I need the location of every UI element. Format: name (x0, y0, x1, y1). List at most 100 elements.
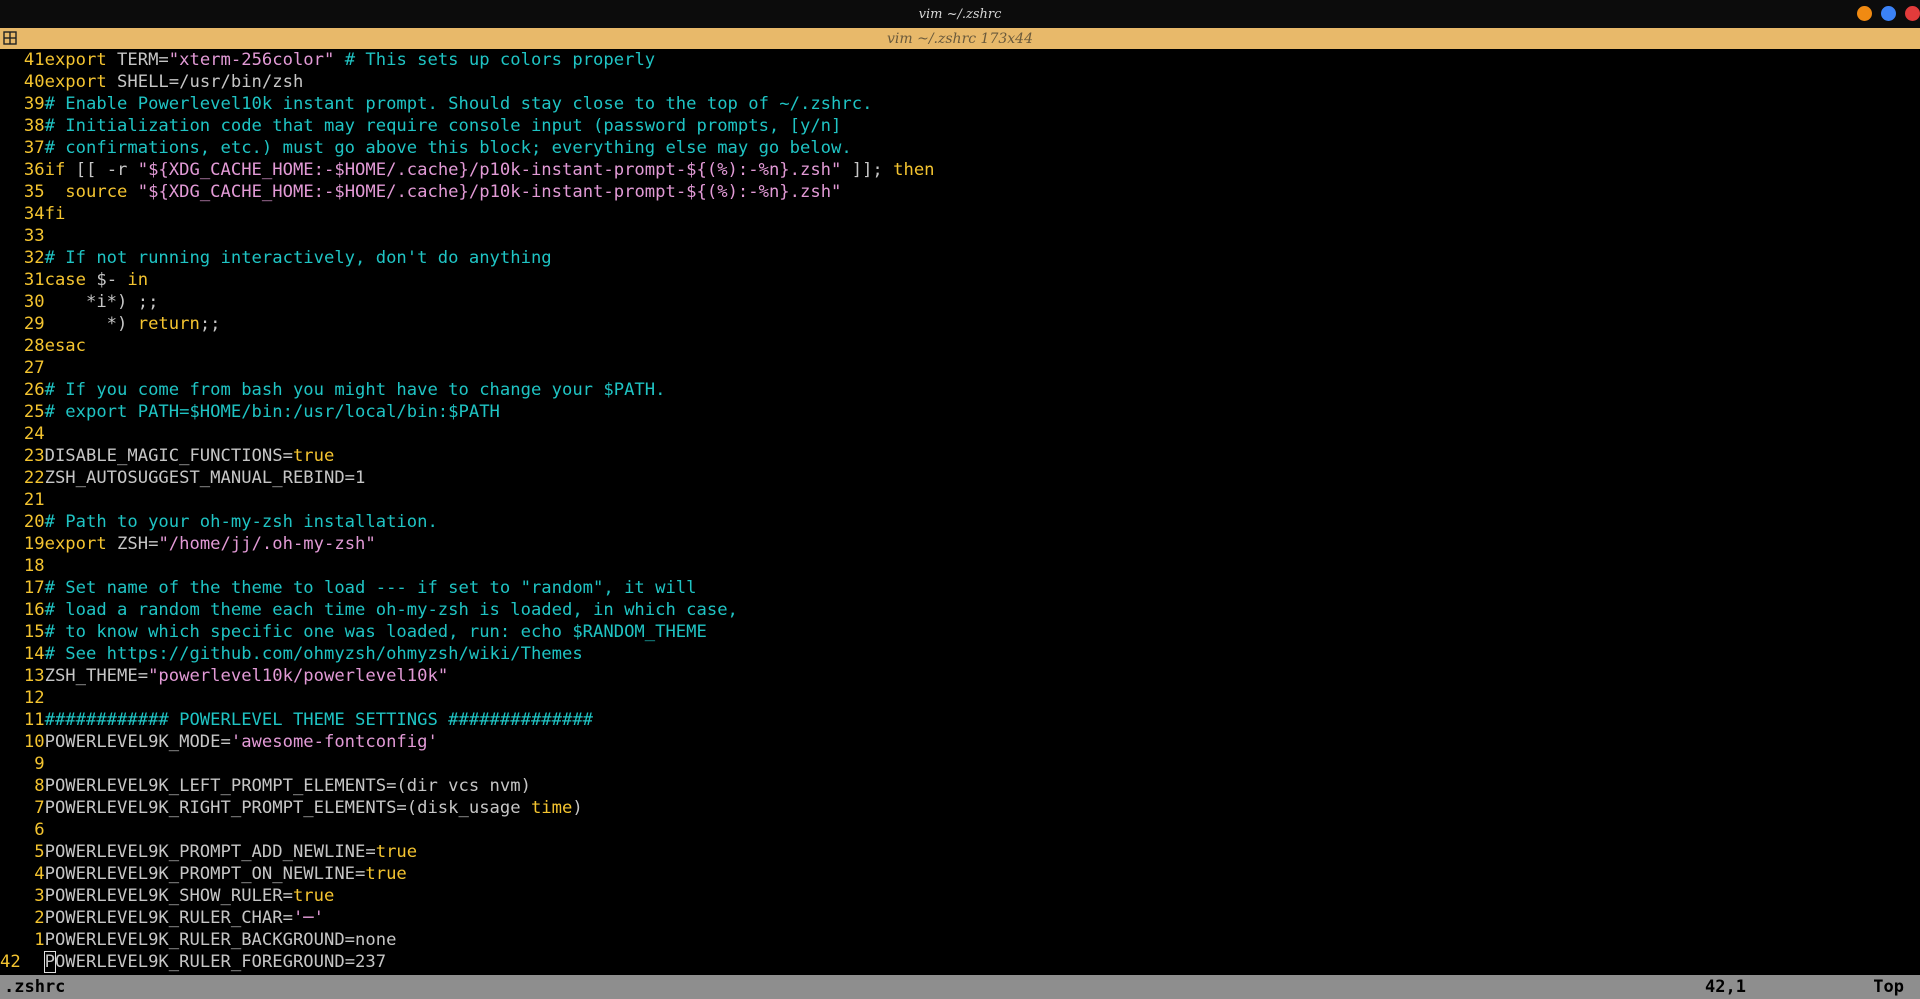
code-line[interactable]: 30 *i*) ;; (0, 291, 1920, 313)
split-layout-icon[interactable] (3, 31, 17, 45)
close-button[interactable] (1905, 6, 1920, 21)
code-line[interactable]: 2 POWERLEVEL9K_RULER_CHAR='─' (0, 907, 1920, 929)
vim-editor-buffer[interactable]: 41 export TERM="xterm-256color" # This se… (0, 49, 1920, 975)
code-token: case (44, 270, 86, 290)
line-content: POWERLEVEL9K_LEFT_PROMPT_ELEMENTS=(dir v… (45, 775, 531, 797)
code-token: ZSH_THEME= (44, 666, 149, 686)
code-line[interactable]: 37 # confirmations, etc.) must go above t… (0, 137, 1920, 159)
line-number: 23 (23, 446, 45, 466)
line-content: fi (45, 203, 66, 225)
code-token: then (893, 160, 935, 180)
code-token: source (65, 182, 128, 202)
code-line[interactable]: 22 ZSH_AUTOSUGGEST_MANUAL_REBIND=1 (0, 467, 1920, 489)
code-line[interactable]: 25 # export PATH=$HOME/bin:/usr/local/bin… (0, 401, 1920, 423)
status-filename: .zshrc (4, 977, 66, 997)
code-line[interactable]: 27 (0, 357, 1920, 379)
code-line[interactable]: 3 POWERLEVEL9K_SHOW_RULER=true (0, 885, 1920, 907)
minimize-button[interactable] (1857, 6, 1872, 21)
line-number: 24 (23, 424, 45, 444)
code-line[interactable]: 16 # load a random theme each time oh-my-… (0, 599, 1920, 621)
line-content: POWERLEVEL9K_PROMPT_ADD_NEWLINE=true (45, 841, 418, 863)
code-line[interactable]: 7 POWERLEVEL9K_RIGHT_PROMPT_ELEMENTS=(dis… (0, 797, 1920, 819)
code-line[interactable]: 29 *) return;; (0, 313, 1920, 335)
code-token: in (127, 270, 149, 290)
maximize-button[interactable] (1881, 6, 1896, 21)
line-content: DISABLE_MAGIC_FUNCTIONS=true (45, 445, 335, 467)
code-token: POWERLEVEL9K_RULER_CHAR= (44, 908, 293, 928)
code-token: true (292, 446, 335, 466)
line-content: # Path to your oh-my-zsh installation. (45, 511, 438, 533)
code-line[interactable]: 38 # Initialization code that may require… (0, 115, 1920, 137)
code-line[interactable]: 14 # See https://github.com/ohmyzsh/ohmyz… (0, 643, 1920, 665)
code-line[interactable]: 36 if [[ -r "${XDG_CACHE_HOME:-$HOME/.cac… (0, 159, 1920, 181)
code-line[interactable]: 1 POWERLEVEL9K_RULER_BACKGROUND=none (0, 929, 1920, 951)
code-token: ) (572, 798, 583, 818)
code-token: # Set name of the theme to load --- if s… (44, 578, 697, 598)
line-content: case $- in (45, 269, 149, 291)
code-line[interactable]: 20 # Path to your oh-my-zsh installation. (0, 511, 1920, 533)
window-controls (1857, 6, 1920, 22)
code-token: true (375, 842, 418, 862)
code-line[interactable]: 12 (0, 687, 1920, 709)
code-line[interactable]: 41 export TERM="xterm-256color" # This se… (0, 49, 1920, 71)
code-token: fi (44, 204, 66, 224)
code-line[interactable]: 31 case $- in (0, 269, 1920, 291)
code-token: "xterm-256color" (168, 50, 335, 70)
code-token: "${XDG_CACHE_HOME:-$HOME/.cache}/p10k-in… (137, 160, 842, 180)
line-content: POWERLEVEL9K_RULER_CHAR='─' (45, 907, 324, 929)
code-line[interactable]: 40 export SHELL=/usr/bin/zsh (0, 71, 1920, 93)
code-line[interactable]: 18 (0, 555, 1920, 577)
code-token: return (137, 314, 200, 334)
code-line[interactable]: 4 POWERLEVEL9K_PROMPT_ON_NEWLINE=true (0, 863, 1920, 885)
code-token: TERM= (106, 50, 169, 70)
line-content: ZSH_THEME="powerlevel10k/powerlevel10k" (45, 665, 449, 687)
code-line[interactable]: 11 ############ POWERLEVEL THEME SETTINGS… (0, 709, 1920, 731)
code-line[interactable]: 26 # If you come from bash you might have… (0, 379, 1920, 401)
code-token: # confirmations, etc.) must go above thi… (44, 138, 852, 158)
code-line[interactable]: 35 source "${XDG_CACHE_HOME:-$HOME/.cach… (0, 181, 1920, 203)
code-line[interactable]: 15 # to know which specific one was loade… (0, 621, 1920, 643)
code-line[interactable]: 13 ZSH_THEME="powerlevel10k/powerlevel10k… (0, 665, 1920, 687)
line-content: export ZSH="/home/jj/.oh-my-zsh" (45, 533, 376, 555)
line-content: # load a random theme each time oh-my-zs… (45, 599, 738, 621)
code-line[interactable]: 9 (0, 753, 1920, 775)
code-line[interactable]: 39 # Enable Powerlevel10k instant prompt.… (0, 93, 1920, 115)
code-token: true (292, 886, 335, 906)
code-line[interactable]: 10 POWERLEVEL9K_MODE='awesome-fontconfig' (0, 731, 1920, 753)
code-line[interactable]: 28 esac (0, 335, 1920, 357)
code-line[interactable]: 19 export ZSH="/home/jj/.oh-my-zsh" (0, 533, 1920, 555)
code-line[interactable]: 34 fi (0, 203, 1920, 225)
code-line[interactable]: 42 POWERLEVEL9K_RULER_FOREGROUND=237 (0, 951, 1920, 973)
code-line[interactable]: 24 (0, 423, 1920, 445)
line-number: 14 (23, 644, 45, 664)
window-titlebar: vim ~/.zshrc (0, 0, 1920, 28)
line-number: 33 (23, 226, 45, 246)
line-number: 40 (23, 72, 45, 92)
code-token: SHELL=/usr/bin/zsh (106, 72, 304, 92)
line-number: 35 (23, 182, 45, 202)
line-number: 8 (34, 776, 45, 796)
code-token: ]]; (841, 160, 894, 180)
line-number: 32 (23, 248, 45, 268)
code-token: ZSH= (106, 534, 159, 554)
terminal-tab-bar: vim ~/.zshrc 173x44 (0, 28, 1920, 49)
code-line[interactable]: 6 (0, 819, 1920, 841)
code-token: # If not running interactively, don't do… (44, 248, 552, 268)
code-line[interactable]: 5 POWERLEVEL9K_PROMPT_ADD_NEWLINE=true (0, 841, 1920, 863)
line-content: POWERLEVEL9K_RIGHT_PROMPT_ELEMENTS=(disk… (45, 797, 583, 819)
code-line[interactable]: 17 # Set name of the theme to load --- if… (0, 577, 1920, 599)
code-line[interactable]: 32 # If not running interactively, don't … (0, 247, 1920, 269)
code-line[interactable]: 21 (0, 489, 1920, 511)
code-line[interactable]: 33 (0, 225, 1920, 247)
line-number: 31 (23, 270, 45, 290)
code-line[interactable]: 23 DISABLE_MAGIC_FUNCTIONS=true (0, 445, 1920, 467)
code-line[interactable]: 8 POWERLEVEL9K_LEFT_PROMPT_ELEMENTS=(dir … (0, 775, 1920, 797)
status-scroll-indicator: Top (1873, 977, 1904, 997)
code-token: POWERLEVEL9K_RIGHT_PROMPT_ELEMENTS=(disk… (44, 798, 531, 818)
code-token: $- (86, 270, 128, 290)
line-number: 25 (23, 402, 45, 422)
code-token: POWERLEVEL9K_PROMPT_ADD_NEWLINE= (44, 842, 376, 862)
code-token: POWERLEVEL9K_MODE= (44, 732, 231, 752)
line-content: if [[ -r "${XDG_CACHE_HOME:-$HOME/.cache… (45, 159, 935, 181)
line-number: 9 (34, 754, 45, 774)
